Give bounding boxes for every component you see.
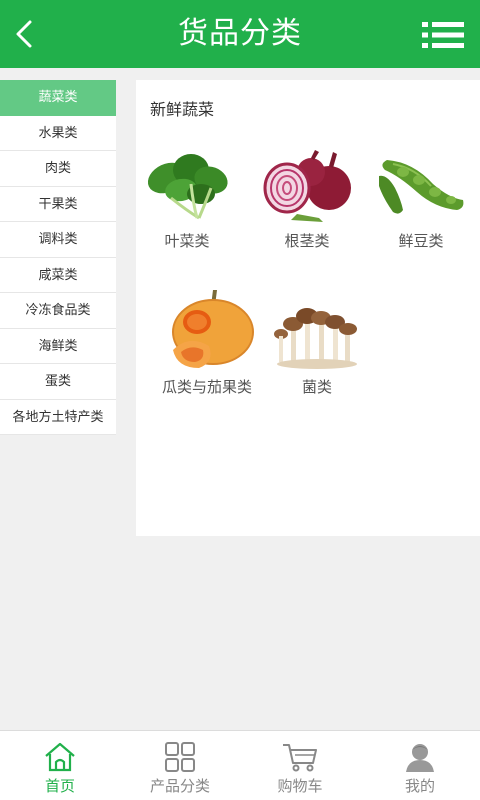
category-label: 瓜类与茄果类	[161, 378, 252, 396]
sidebar-item-frozen-food[interactable]: 冷冻食品类	[0, 293, 116, 329]
user-icon	[406, 744, 434, 772]
category-root-vegetables[interactable]: 根茎类	[252, 148, 362, 251]
page-title: 货品分类	[178, 16, 302, 51]
sidebar-item-meat[interactable]: 肉类	[0, 151, 116, 187]
sidebar-item-eggs[interactable]: 蛋类	[0, 364, 116, 400]
mushroom-image	[274, 308, 357, 369]
home-icon	[45, 742, 75, 772]
category-content-panel: 新鲜蔬菜 叶菜类 根茎类 鲜豆类 瓜类与茄果类 菌类	[136, 80, 480, 536]
bottom-tab-bar: 首页 产品分类 购物车 我的	[0, 730, 480, 800]
list-menu-icon[interactable]	[422, 20, 464, 50]
tab-home[interactable]: 首页	[0, 731, 120, 800]
category-sidebar: 蔬菜类 水果类 肉类 干果类 调料类 咸菜类 冷冻食品类 海鲜类 蛋类 各地方土…	[0, 80, 116, 435]
tab-label: 购物车	[277, 777, 323, 795]
broad-bean-image	[379, 160, 464, 214]
category-label: 鲜豆类	[398, 232, 444, 250]
tab-mine[interactable]: 我的	[360, 731, 480, 800]
sidebar-item-fruits[interactable]: 水果类	[0, 116, 116, 151]
category-melons-and-solanaceous[interactable]: 瓜类与茄果类	[152, 288, 262, 397]
sidebar-item-vegetables[interactable]: 蔬菜类	[0, 80, 116, 116]
grid-icon	[165, 742, 195, 772]
sidebar-item-dried-fruits[interactable]: 干果类	[0, 187, 116, 222]
cart-icon	[283, 744, 317, 772]
section-title: 新鲜蔬菜	[150, 100, 215, 119]
category-label: 菌类	[301, 378, 332, 396]
category-mushrooms[interactable]: 菌类	[262, 302, 372, 397]
tab-label: 我的	[404, 777, 435, 795]
tab-label: 首页	[44, 777, 75, 795]
onion-image	[263, 150, 351, 222]
category-leafy-vegetables[interactable]: 叶菜类	[132, 148, 242, 251]
pumpkin-image	[172, 290, 254, 368]
top-header: 货品分类	[0, 0, 480, 68]
category-label: 根茎类	[284, 232, 330, 250]
sidebar-item-seafood[interactable]: 海鲜类	[0, 329, 116, 364]
tab-cart[interactable]: 购物车	[240, 731, 360, 800]
spinach-image	[147, 154, 228, 220]
category-label: 叶菜类	[164, 232, 210, 250]
sidebar-item-local-specialties[interactable]: 各地方土特产类	[0, 400, 116, 435]
sidebar-item-seasonings[interactable]: 调料类	[0, 222, 116, 258]
tab-product-categories[interactable]: 产品分类	[120, 731, 240, 800]
sidebar-item-pickles[interactable]: 咸菜类	[0, 258, 116, 293]
tab-label: 产品分类	[149, 777, 210, 795]
category-fresh-beans[interactable]: 鲜豆类	[366, 148, 476, 251]
